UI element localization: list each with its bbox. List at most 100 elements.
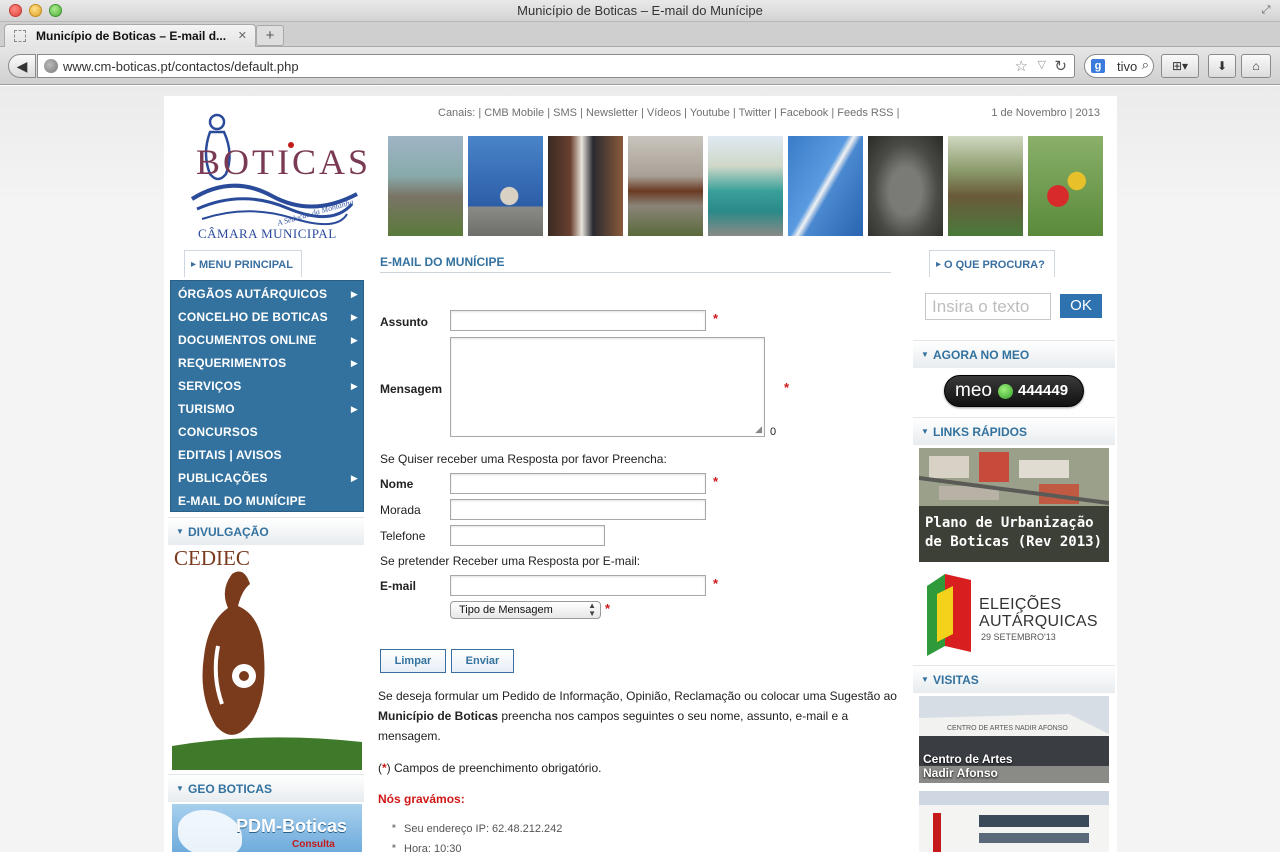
header-photo-rock: [868, 136, 943, 236]
visitas-header: VISITAS: [913, 665, 1115, 694]
downloads-button[interactable]: ⬇: [1208, 54, 1236, 78]
main-menu: ÓRGÃOS AUTÁRQUICOS ▶ CONCELHO DE BOTICAS ▶…: [170, 280, 364, 512]
pdm-subtitle: Consulta: [292, 839, 335, 850]
menu-item-turismo[interactable]: TURISMO ▶: [178, 398, 358, 421]
google-icon: g: [1091, 59, 1105, 73]
geo-boticas-header: GEO BOTICAS: [168, 774, 364, 803]
menu-principal-tab[interactable]: MENU PRINCIPAL: [184, 250, 302, 279]
menu-item-concelho[interactable]: CONCELHO DE BOTICAS ▶: [178, 306, 358, 329]
museum-sign-text: CENTRO DE ARTES NADIR AFONSO: [947, 725, 1068, 732]
menu-item-concursos[interactable]: CONCURSOS: [178, 421, 358, 444]
logo-text: BOTICAS: [196, 142, 372, 182]
municipio-name: Município de Boticas: [378, 709, 499, 723]
browser-search-field[interactable]: g tivo ⌕: [1084, 54, 1154, 78]
bookmarks-button[interactable]: ⊞▾: [1161, 54, 1199, 78]
zoom-window-button[interactable]: [49, 4, 62, 17]
menu-item-email-municipe[interactable]: E-MAIL DO MUNÍCIPE: [178, 490, 358, 513]
divulgacao-header: DIVULGAÇÃO: [168, 517, 364, 546]
meo-dot-icon: [998, 384, 1013, 399]
map-shape-icon: [178, 810, 242, 852]
search-ok-button[interactable]: OK: [1060, 294, 1102, 318]
menu-item-publicacoes[interactable]: PUBLICAÇÕES ▶: [178, 467, 358, 490]
character-counter: 0: [770, 426, 777, 438]
o-que-procura-tab[interactable]: O QUE PROCURA?: [929, 250, 1055, 279]
header-photo-people: [548, 136, 623, 236]
page-viewport: Canais: | CMB Mobile | SMS | Newsletter …: [0, 86, 1280, 852]
favicon-icon: [14, 30, 26, 42]
morada-label: Morada: [380, 503, 421, 517]
morada-input[interactable]: [450, 499, 706, 520]
navigation-toolbar: ◀ www.cm-boticas.pt/contactos/default.ph…: [0, 47, 1280, 85]
telefone-input[interactable]: [450, 525, 605, 546]
home-button[interactable]: ⌂: [1241, 54, 1271, 78]
close-window-button[interactable]: [9, 4, 22, 17]
header-photo-granary: [948, 136, 1023, 236]
header-photo-stone-house: [628, 136, 703, 236]
meo-channel-badge[interactable]: meo 444449: [944, 375, 1084, 407]
header-photo-playground: [1028, 136, 1103, 236]
browser-tab-active[interactable]: Município de Boticas – E-mail d... ✕: [4, 24, 256, 47]
chevron-right-icon: ▶: [350, 289, 358, 299]
eleicoes-date: 29 SETEMBRO'13: [981, 632, 1056, 642]
mensagem-textarea[interactable]: ◢: [450, 337, 765, 437]
enviar-button[interactable]: Enviar: [451, 649, 514, 673]
centro-artes-caption: Centro de Artes Nadir Afonso: [923, 752, 1013, 780]
channels-links[interactable]: Canais: | CMB Mobile | SMS | Newsletter …: [438, 107, 899, 119]
bookmark-star-icon[interactable]: ☆: [1015, 57, 1028, 75]
visita-photo-2[interactable]: [919, 791, 1109, 852]
menu-item-servicos[interactable]: SERVIÇOS ▶: [178, 375, 358, 398]
boticas-logo[interactable]: BOTICAS A Sedução da Montanha: [172, 104, 368, 244]
menu-item-orgaos-autarquicos[interactable]: ÓRGÃOS AUTÁRQUICOS ▶: [178, 283, 358, 306]
fullscreen-icon[interactable]: ⤢: [1260, 4, 1272, 16]
header-photo-minigolf: [708, 136, 783, 236]
cediec-text: CEDIEC: [174, 546, 250, 570]
site-search-input[interactable]: Insira o texto: [925, 293, 1051, 320]
plano-caption: Plano de Urbanização de Boticas (Rev 201…: [919, 506, 1109, 562]
resize-handle-icon[interactable]: ◢: [755, 425, 762, 434]
plano-urbanizacao-link[interactable]: Plano de Urbanização de Boticas (Rev 201…: [919, 448, 1109, 562]
address-bar[interactable]: www.cm-boticas.pt/contactos/default.php …: [37, 54, 1075, 78]
nome-input[interactable]: [450, 473, 706, 494]
cediec-banner[interactable]: CEDIEC: [172, 546, 362, 770]
window-titlebar: Município de Boticas – E-mail do Munícip…: [0, 0, 1280, 22]
new-tab-button[interactable]: +: [256, 25, 284, 46]
eleicoes-autarquicas-link[interactable]: ELEIÇÕES AUTÁRQUICAS 29 SETEMBRO'13: [919, 570, 1109, 660]
reload-icon[interactable]: ↻: [1054, 57, 1067, 75]
menu-item-editais-avisos[interactable]: EDITAIS | AVISOS: [178, 444, 358, 467]
chevron-right-icon: ▶: [350, 473, 358, 483]
search-icon[interactable]: ⌕: [1142, 57, 1149, 73]
menu-item-documentos-online[interactable]: DOCUMENTOS ONLINE ▶: [178, 329, 358, 352]
meo-channel-number: 444449: [1018, 382, 1069, 399]
required-mark: *: [713, 474, 719, 489]
minimize-window-button[interactable]: [29, 4, 42, 17]
menu-item-requerimentos[interactable]: REQUERIMENTOS ▶: [178, 352, 358, 375]
assunto-input[interactable]: [450, 310, 706, 331]
eleicoes-title: ELEIÇÕES AUTÁRQUICAS: [979, 596, 1098, 630]
header-photo-stone-gate: [388, 136, 463, 236]
tipo-mensagem-value: Tipo de Mensagem: [459, 604, 553, 616]
cediec-figure-icon: [172, 571, 362, 770]
browser-search-text[interactable]: tivo: [1117, 59, 1137, 74]
assunto-label: Assunto: [380, 315, 428, 329]
url-text[interactable]: www.cm-boticas.pt/contactos/default.php: [63, 59, 299, 74]
email-input[interactable]: [450, 575, 706, 596]
dropdown-icon[interactable]: ▽: [1038, 58, 1046, 71]
back-button[interactable]: ◀: [8, 54, 36, 78]
tipo-mensagem-select[interactable]: Tipo de Mensagem ▲ ▼: [450, 601, 601, 619]
chevron-right-icon: ▶: [350, 381, 358, 391]
nome-label: Nome: [380, 477, 414, 491]
tab-close-icon[interactable]: ✕: [238, 25, 247, 47]
email-label: E-mail: [380, 579, 417, 593]
tab-title: Município de Boticas – E-mail d...: [36, 29, 227, 43]
select-arrows-icon: ▲ ▼: [588, 601, 596, 618]
pdm-boticas-banner[interactable]: PDM-Boticas Consulta: [172, 804, 362, 852]
pdm-title: PDM-Boticas: [236, 816, 348, 836]
nos-gravamos-heading: Nós gravámos:: [378, 792, 465, 806]
chevron-right-icon: ▶: [350, 404, 358, 414]
limpar-button[interactable]: Limpar: [380, 649, 446, 673]
centro-artes-link[interactable]: CENTRO DE ARTES NADIR AFONSO Centro de A…: [919, 696, 1109, 783]
building-photo: [919, 791, 1109, 852]
chevron-right-icon: ▶: [350, 358, 358, 368]
mensagem-label: Mensagem: [380, 382, 443, 396]
page-container: Canais: | CMB Mobile | SMS | Newsletter …: [164, 96, 1117, 852]
